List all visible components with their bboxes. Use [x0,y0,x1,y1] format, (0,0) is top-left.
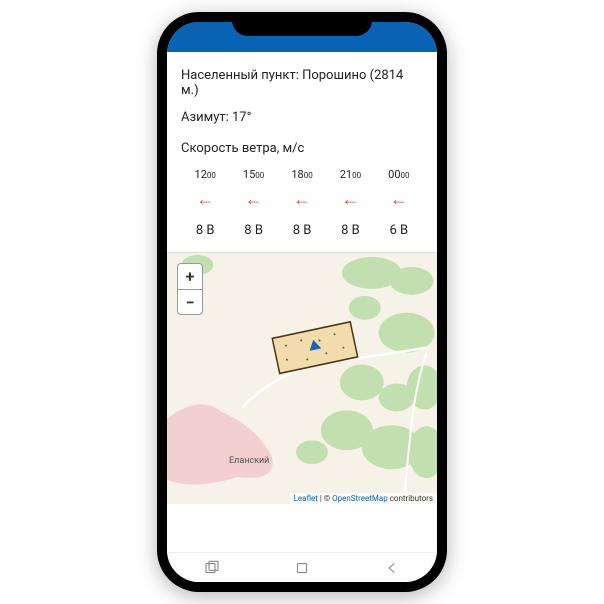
back-icon[interactable] [383,559,401,577]
map-place-label: Еланский [229,456,269,466]
wind-speed: 8 В [341,219,360,238]
zoom-controls: + − [177,263,203,315]
wind-arrow-icon: ← [341,191,359,209]
screen: Населенный пункт: Порошино (2814 м.) Ази… [167,22,437,582]
zoom-in-button[interactable]: + [177,263,203,289]
zoom-out-button[interactable]: − [177,289,203,315]
wind-col: 1800 ← 8 В [278,168,326,238]
wind-time: 0000 [388,168,409,181]
android-nav-bar [167,552,437,582]
wind-col: 1500 ← 8 В [229,168,277,238]
phone-notch [232,12,372,36]
phone-frame: Населенный пункт: Порошино (2814 м.) Ази… [157,12,447,592]
leaflet-link[interactable]: Leaflet [294,494,318,503]
home-icon[interactable] [293,559,311,577]
map-area[interactable]: + − Еланский Leaflet | © OpenStreetMap c… [167,252,437,504]
wind-col: 1200 ← 8 В [181,168,229,238]
wind-time: 2100 [340,168,361,181]
content-area: Населенный пункт: Порошино (2814 м.) Ази… [167,52,437,252]
wind-speed: 6 В [390,219,409,238]
wind-section-title: Скорость ветра, м/с [181,131,423,160]
wind-col: 0000 ← 6 В [375,168,423,238]
map-canvas[interactable] [167,253,437,504]
wind-arrow-icon: ← [245,191,263,209]
wind-speed: 8 В [293,219,312,238]
wind-arrow-icon: ← [293,191,311,209]
wind-arrow-icon: ← [390,191,408,209]
wind-col: 2100 ← 8 В [326,168,374,238]
wind-arrow-icon: ← [196,191,214,209]
wind-time: 1800 [291,168,312,181]
map-attribution: Leaflet | © OpenStreetMap contributors [290,493,437,504]
wind-grid: 1200 ← 8 В 1500 ← 8 В 1800 ← 8 В 2100 ← [181,160,423,252]
recent-apps-icon[interactable] [203,559,221,577]
osm-link[interactable]: OpenStreetMap [332,494,388,503]
settlement-info: Населенный пункт: Порошино (2814 м.) [181,62,423,104]
azimuth-info: Азимут: 17° [181,104,423,131]
wind-time: 1200 [195,168,216,181]
wind-speed: 8 В [244,219,263,238]
wind-speed: 8 В [196,219,215,238]
wind-time: 1500 [243,168,264,181]
